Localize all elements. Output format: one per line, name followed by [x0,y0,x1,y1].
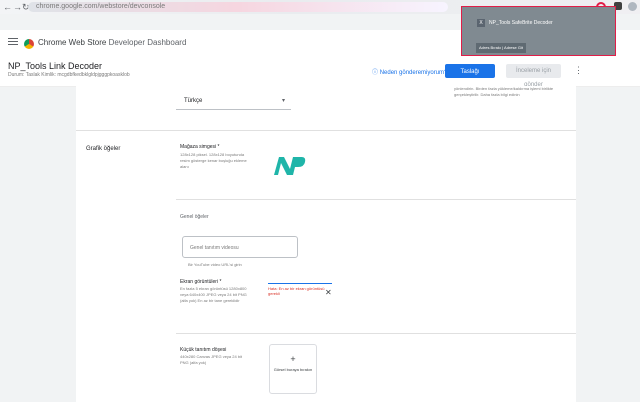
app-title: Chrome Web Store Developer Dashboard [38,38,186,47]
chrome-webstore-logo-icon [24,39,34,49]
why-cant-submit-label: Neden gönderemiyorum? [379,70,448,76]
promo-video-input[interactable]: Genel tanıtım videosu [182,236,298,258]
screenshots-label: Ekran görüntüleri * [180,279,222,285]
popup-title: NP_Tools SafeBrite Decoder [489,20,553,26]
submit-for-review-button[interactable]: İnceleme için gönder [506,64,561,88]
close-icon[interactable]: ✕ [325,288,332,297]
right-side-note: yönlendirin. Birden fazla yükleme/kaldır… [454,86,554,97]
divider [176,333,576,334]
chevron-down-icon: ▾ [281,98,285,104]
why-cant-submit-link[interactable]: ⓘ Neden gönderemiyorum? [372,67,447,76]
store-listing-card: Türkçe ▾ Grafik öğeler Mağaza simgesi * … [76,86,576,402]
item-meta: Durum: Taslak Kimlik: mcgdbfkedbklgldpjg… [8,72,130,78]
profile-avatar[interactable] [628,2,637,11]
graphics-section-title: Grafik öğeler [86,146,121,152]
store-icon-desc: 128x128 piksel. 128x128 boyutunda resim … [180,152,247,169]
small-tile-upload[interactable]: + Görsel buraya bırakın [269,344,317,394]
screenshots-desc: En fazla 5 ekran görüntüsü 1280x800 veya… [180,286,247,303]
extension-x-icon: X [477,19,485,27]
menu-icon[interactable] [8,36,18,46]
language-value: Türkçe [184,98,203,104]
general-assets-label: Genel öğeler [180,214,209,220]
divider [76,130,576,131]
back-icon[interactable]: ← [3,2,12,12]
more-vert-icon[interactable]: ⋮ [574,65,583,76]
store-icon-label: Mağaza simgesi * [180,144,220,150]
item-name: NP_Tools Link Decoder [8,61,103,71]
item-header: NP_Tools Link Decoder Durum: Taslak Kiml… [0,58,640,89]
divider [176,199,576,200]
small-tile-label: Küçük tanıtım döşesi [180,347,227,353]
help-icon: ⓘ [372,70,379,76]
app-title-sub: Developer Dashboard [108,38,187,47]
popup-actions[interactable]: Adres Bırakı | Adrese Git [476,43,526,53]
small-tile-desc: 440x280 Canvas JPEG veya 24 bit PNG (alf… [180,354,243,365]
save-draft-button[interactable]: Taslağı kaydet [445,64,495,89]
promo-video-helper: Bir YouTube video URL'si girin [188,262,242,267]
app-title-main: Chrome Web Store [38,38,107,47]
screenshot-error: Hata: En az bir ekran görüntüsü gerekli [268,283,332,296]
extension-popup: X NP_Tools SafeBrite Decoder Adres Bırak… [461,6,616,56]
np-logo-icon[interactable] [272,155,306,177]
plus-icon: + [290,354,296,364]
upload-label: Görsel buraya bırakın [273,367,313,372]
address-bar[interactable]: chrome.google.com/webstore/devconsole [28,2,448,12]
language-select[interactable]: Türkçe ▾ [176,92,291,110]
forward-icon[interactable]: → [13,2,22,12]
